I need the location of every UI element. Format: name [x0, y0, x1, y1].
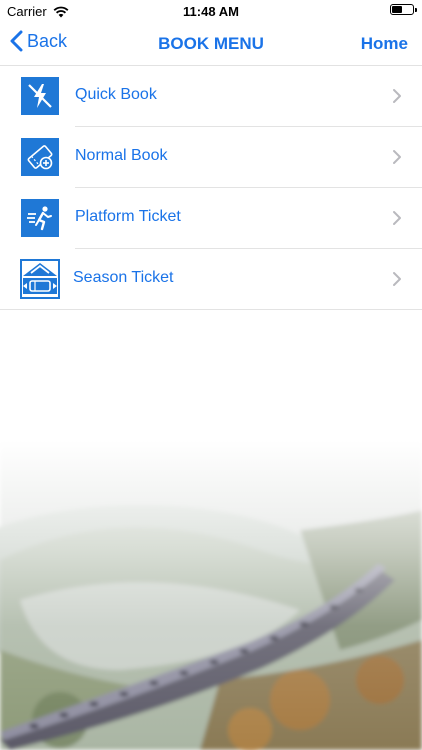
navigation-bar: Back BOOK MENU Home: [0, 22, 422, 66]
menu-item-season-ticket[interactable]: Season Ticket: [0, 249, 422, 310]
menu-item-label: Platform Ticket: [75, 208, 181, 225]
ticket-add-icon: [21, 138, 59, 176]
background-train-image: [0, 440, 422, 750]
menu-item-platform-ticket[interactable]: Platform Ticket: [0, 188, 422, 249]
status-bar: Carrier 11:48 AM: [0, 0, 422, 22]
menu-item-normal-book[interactable]: Normal Book: [0, 127, 422, 188]
back-button[interactable]: Back: [10, 30, 67, 52]
home-button[interactable]: Home: [361, 34, 408, 54]
chevron-left-icon: [10, 30, 23, 52]
running-person-icon: [21, 199, 59, 237]
separator: [0, 309, 422, 310]
chevron-right-icon: [393, 150, 401, 164]
back-label: Back: [27, 30, 68, 51]
status-time: 11:48 AM: [183, 4, 239, 19]
chevron-right-icon: [393, 272, 401, 286]
battery-icon: [390, 4, 417, 15]
chevron-right-icon: [393, 211, 401, 225]
chevron-right-icon: [393, 89, 401, 103]
lightning-icon: [21, 77, 59, 115]
menu-item-label: Quick Book: [75, 86, 157, 103]
season-ticket-icon: [20, 259, 60, 299]
book-menu-list: Quick Book Normal Book Platform Ticket S…: [0, 66, 422, 310]
menu-item-label: Season Ticket: [73, 269, 174, 286]
menu-item-label: Normal Book: [75, 147, 168, 164]
menu-item-quick-book[interactable]: Quick Book: [0, 66, 422, 127]
